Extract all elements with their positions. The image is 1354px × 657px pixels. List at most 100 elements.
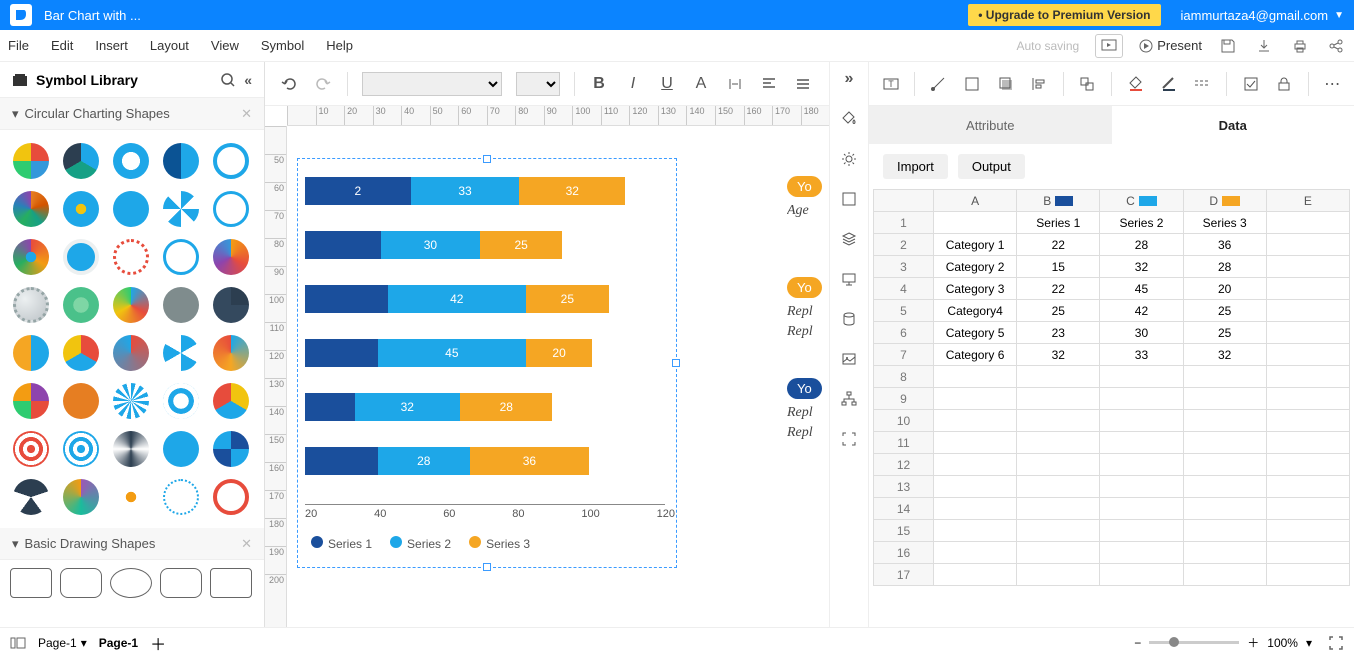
search-icon[interactable] — [220, 72, 236, 88]
pill-label[interactable]: Yo — [787, 176, 822, 197]
font-family-select[interactable] — [362, 72, 502, 96]
shape-item[interactable] — [60, 380, 102, 422]
shape-item[interactable] — [60, 332, 102, 374]
shape-item[interactable] — [10, 236, 52, 278]
shape-item[interactable] — [110, 428, 152, 470]
add-page-icon[interactable]: ＋ — [150, 631, 166, 655]
fill-icon[interactable] — [838, 108, 860, 130]
present-button[interactable]: Present — [1139, 38, 1202, 53]
line-color-icon[interactable] — [1159, 74, 1178, 94]
underline-icon[interactable]: U — [657, 74, 677, 94]
fullscreen-icon[interactable] — [1328, 635, 1344, 651]
shape-item[interactable] — [60, 284, 102, 326]
shape-item[interactable] — [160, 332, 202, 374]
page-tab[interactable]: Page-1 — [99, 636, 138, 650]
shape-item[interactable] — [110, 284, 152, 326]
category-circular[interactable]: ▾ Circular Charting Shapes ✕ — [0, 98, 264, 130]
pill-label[interactable]: Yo — [787, 277, 822, 298]
pages-panel-icon[interactable] — [10, 636, 26, 650]
shape-item[interactable] — [160, 284, 202, 326]
slideshow-icon-button[interactable] — [1095, 34, 1123, 58]
menu-edit[interactable]: Edit — [51, 38, 73, 53]
shape-item[interactable] — [60, 428, 102, 470]
shape-item[interactable] — [60, 236, 102, 278]
line-style-icon[interactable] — [1193, 74, 1212, 94]
font-color-icon[interactable]: A — [691, 74, 711, 94]
shape-item[interactable] — [210, 140, 252, 182]
output-button[interactable]: Output — [958, 154, 1025, 179]
menu-symbol[interactable]: Symbol — [261, 38, 304, 53]
shape-roundrect[interactable] — [60, 568, 102, 598]
shape-item[interactable] — [160, 476, 202, 518]
shape-item[interactable] — [210, 428, 252, 470]
page-icon[interactable] — [838, 188, 860, 210]
image-icon[interactable] — [838, 348, 860, 370]
undo-icon[interactable] — [279, 74, 299, 94]
shape-ellipse[interactable] — [110, 568, 152, 598]
shape-item[interactable] — [10, 332, 52, 374]
shape-rect2[interactable] — [210, 568, 252, 598]
upgrade-button[interactable]: • Upgrade to Premium Version — [968, 4, 1160, 26]
zoom-out-icon[interactable]: − — [1134, 636, 1141, 650]
data-sheet[interactable]: ABCDE1Series 1Series 2Series 32Category … — [869, 189, 1354, 627]
sitemap-icon[interactable] — [838, 388, 860, 410]
font-size-select[interactable] — [516, 72, 560, 96]
shape-item[interactable] — [160, 428, 202, 470]
print-icon[interactable] — [1290, 36, 1310, 56]
download-icon[interactable] — [1254, 36, 1274, 56]
settings-icon[interactable] — [838, 148, 860, 170]
italic-icon[interactable]: I — [623, 74, 643, 94]
expand-icon[interactable]: » — [838, 68, 860, 90]
group-icon[interactable] — [1078, 74, 1097, 94]
save-icon[interactable] — [1218, 36, 1238, 56]
shape-item[interactable] — [210, 284, 252, 326]
shape-item[interactable] — [210, 236, 252, 278]
close-icon[interactable]: ✕ — [241, 536, 252, 552]
lock-icon[interactable] — [1274, 74, 1293, 94]
text-spacing-icon[interactable] — [725, 74, 745, 94]
shape-item[interactable] — [60, 188, 102, 230]
layers-icon[interactable] — [838, 228, 860, 250]
shape-item[interactable] — [210, 476, 252, 518]
import-button[interactable]: Import — [883, 154, 948, 179]
bar-chart[interactable]: 2333230254225452032282836 — [305, 176, 665, 500]
zoom-level[interactable]: 100% — [1267, 636, 1298, 650]
zoom-in-icon[interactable]: ＋ — [1247, 634, 1259, 651]
shape-shadow-icon[interactable] — [996, 74, 1015, 94]
shape-item[interactable] — [160, 140, 202, 182]
menu-file[interactable]: File — [8, 38, 29, 53]
menu-insert[interactable]: Insert — [95, 38, 128, 53]
redo-icon[interactable] — [313, 74, 333, 94]
shape-item[interactable] — [210, 380, 252, 422]
shape-item[interactable] — [10, 380, 52, 422]
line-height-icon[interactable] — [793, 74, 813, 94]
user-menu[interactable]: iammurtaza4@gmail.com ▼ — [1181, 8, 1344, 23]
shape-item[interactable] — [10, 476, 52, 518]
close-icon[interactable]: ✕ — [241, 106, 252, 122]
shape-item[interactable] — [60, 140, 102, 182]
shape-roundrect2[interactable] — [160, 568, 202, 598]
shape-item[interactable] — [10, 284, 52, 326]
bold-icon[interactable]: B — [589, 74, 609, 94]
connector-icon[interactable] — [929, 74, 948, 94]
database-icon[interactable] — [838, 308, 860, 330]
menu-view[interactable]: View — [211, 38, 239, 53]
zoom-slider[interactable] — [1149, 641, 1239, 644]
shape-item[interactable] — [10, 140, 52, 182]
page-select[interactable]: Page-1 ▾ — [38, 636, 87, 650]
pill-label[interactable]: Yo — [787, 378, 822, 399]
presentation-icon[interactable] — [838, 268, 860, 290]
shape-rect[interactable] — [10, 568, 52, 598]
collapse-left-icon[interactable]: « — [244, 72, 252, 88]
focus-icon[interactable] — [838, 428, 860, 450]
align-icon[interactable] — [759, 74, 779, 94]
menu-layout[interactable]: Layout — [150, 38, 189, 53]
shape-item[interactable] — [110, 236, 152, 278]
tab-data[interactable]: Data — [1112, 106, 1354, 144]
more-icon[interactable]: ⋯ — [1323, 74, 1342, 94]
shape-item[interactable] — [110, 380, 152, 422]
shape-item[interactable] — [110, 476, 152, 518]
canvas[interactable]: 1020304050607080901001101201301401501601… — [265, 106, 829, 627]
shape-item[interactable] — [210, 188, 252, 230]
shape-outline-icon[interactable] — [963, 74, 982, 94]
